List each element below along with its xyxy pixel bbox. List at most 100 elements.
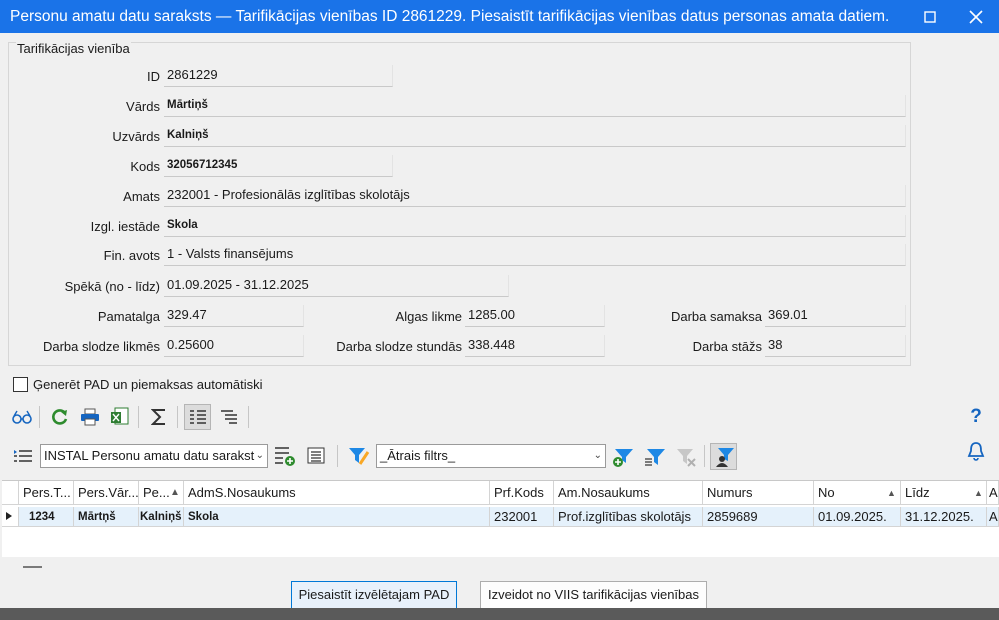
- excel-export-icon[interactable]: [109, 406, 131, 428]
- toolbar-separator: [704, 445, 705, 467]
- iestade-field[interactable]: Skola: [164, 215, 906, 237]
- add-list-icon[interactable]: [274, 445, 296, 467]
- toolbar-separator: [39, 406, 40, 428]
- cell-a: A: [987, 507, 999, 527]
- darba-stazs-field[interactable]: 38: [765, 335, 906, 357]
- column-header-pers-var[interactable]: Pers.Vār...: [74, 481, 139, 505]
- sort-ascending-icon: ▲: [974, 488, 983, 498]
- cell-numurs: 2859689: [703, 507, 814, 527]
- clear-filter-icon[interactable]: [675, 446, 697, 468]
- speka-field[interactable]: 01.09.2025 - 31.12.2025: [164, 275, 509, 297]
- id-label: ID: [147, 69, 160, 84]
- close-icon: [969, 9, 983, 24]
- slodze-likmes-field[interactable]: 0.25600: [164, 335, 304, 357]
- cell-adms-nosaukums: Skola: [184, 507, 490, 527]
- column-header-prf-kods[interactable]: Prf.Kods: [490, 481, 554, 505]
- notification-bell-icon[interactable]: [965, 441, 987, 463]
- cell-no: 01.09.2025.: [814, 507, 901, 527]
- toolbar-separator: [138, 406, 139, 428]
- list-settings-icon[interactable]: [306, 445, 328, 467]
- column-header-numurs[interactable]: Numurs: [703, 481, 814, 505]
- maximize-button[interactable]: [907, 0, 953, 33]
- amats-label: Amats: [123, 189, 160, 204]
- sort-ascending-icon: ▲: [887, 488, 896, 498]
- generate-pad-label: Ģenerēt PAD un piemaksas automātiski: [33, 377, 263, 392]
- list-select[interactable]: INSTAL Personu amatu datu sarakst ⌄: [40, 444, 268, 468]
- print-icon[interactable]: [79, 406, 101, 428]
- title-bar: Personu amatu datu saraksts — Tarifikāci…: [0, 0, 999, 33]
- pamatalga-field[interactable]: 329.47: [164, 305, 304, 327]
- quick-filter-value: _Ātrais filtrs_: [380, 448, 456, 463]
- darba-stazs-label: Darba stāžs: [692, 339, 762, 354]
- toolbar-separator: [248, 406, 249, 428]
- column-header-pe-label: Pe...: [143, 485, 170, 500]
- column-header-pers-t[interactable]: Pers.T...: [19, 481, 74, 505]
- darba-samaksa-label: Darba samaksa: [670, 309, 762, 324]
- attach-pad-button[interactable]: Piesaistīt izvēlētajam PAD: [291, 581, 457, 609]
- uzvards-field[interactable]: Kalniņš: [164, 125, 906, 147]
- row-indicator-icon: [2, 507, 19, 527]
- splitter-handle[interactable]: [23, 566, 42, 568]
- algas-likme-field[interactable]: 1285.00: [465, 305, 605, 327]
- help-icon[interactable]: ?: [965, 406, 987, 428]
- list-selector-icon[interactable]: [12, 445, 34, 467]
- list-select-value: INSTAL Personu amatu datu sarakst: [44, 448, 255, 463]
- fin-avots-label: Fin. avots: [103, 248, 160, 263]
- filter-edit-icon[interactable]: [348, 445, 370, 467]
- group-legend: Tarifikācijas vienība: [16, 41, 131, 56]
- tree-view-icon[interactable]: [218, 406, 240, 428]
- id-field[interactable]: 2861229: [164, 65, 393, 87]
- results-grid: Pers.T... Pers.Vār... Pe... ▲ AdmS.Nosau…: [2, 480, 999, 557]
- user-filter-icon[interactable]: [710, 443, 737, 470]
- column-header-am-nosaukums[interactable]: Am.Nosaukums: [554, 481, 703, 505]
- list-view-icon[interactable]: [184, 404, 211, 430]
- vards-field[interactable]: Mārtiņš: [164, 95, 906, 117]
- cell-prf-kods: 232001: [490, 507, 554, 527]
- slodze-stundas-label: Darba slodze stundās: [336, 339, 462, 354]
- algas-likme-label: Algas likme: [395, 309, 462, 324]
- background-window-strip: [0, 608, 999, 620]
- kods-field[interactable]: 32056712345: [164, 155, 393, 177]
- add-filter-icon[interactable]: [612, 446, 634, 468]
- cell-am-nosaukums: Prof.izglītības skolotājs: [554, 507, 703, 527]
- chevron-down-icon: ⌄: [593, 450, 602, 461]
- sum-icon[interactable]: [148, 406, 170, 428]
- quick-filter-select[interactable]: _Ātrais filtrs_ ⌄: [376, 444, 606, 468]
- cell-pe: Kalniņš: [139, 507, 184, 527]
- fin-avots-field[interactable]: 1 - Valsts finansējums: [164, 244, 906, 266]
- sort-ascending-icon: ▲: [170, 487, 180, 498]
- column-header-lidz[interactable]: Līdz ▲: [901, 481, 987, 505]
- kods-label: Kods: [130, 159, 160, 174]
- slodze-stundas-field[interactable]: 338.448: [465, 335, 605, 357]
- toolbar-separator: [177, 406, 178, 428]
- cell-lidz: 31.12.2025.: [901, 507, 987, 527]
- amats-field[interactable]: 232001 - Profesionālās izglītības skolot…: [164, 185, 906, 207]
- column-header-lidz-label: Līdz: [905, 485, 930, 500]
- view-glasses-icon[interactable]: [11, 406, 33, 428]
- cell-pers-var: Mārtņš: [74, 507, 139, 527]
- create-from-viis-button[interactable]: Izveidot no VIIS tarifikācijas vienības: [480, 581, 707, 609]
- chevron-down-icon: ⌄: [255, 450, 264, 461]
- refresh-icon[interactable]: [49, 406, 71, 428]
- darba-samaksa-field[interactable]: 369.01: [765, 305, 906, 327]
- column-header-no[interactable]: No ▲: [814, 481, 901, 505]
- close-button[interactable]: [953, 0, 999, 33]
- slodze-likmes-label: Darba slodze likmēs: [42, 339, 160, 354]
- uzvards-label: Uzvārds: [112, 129, 160, 144]
- speka-label: Spēkā (no - līdz): [64, 279, 160, 294]
- column-header-adms-nosaukums[interactable]: AdmS.Nosaukums: [184, 481, 490, 505]
- cell-pers-t: 1234: [19, 507, 74, 527]
- dialog-window: Personu amatu datu saraksts — Tarifikāci…: [0, 0, 999, 620]
- generate-pad-checkbox[interactable]: [13, 377, 28, 392]
- maximize-icon: [924, 10, 936, 23]
- iestade-label: Izgl. iestāde: [90, 219, 160, 234]
- pamatalga-label: Pamatalga: [97, 309, 160, 324]
- vards-label: Vārds: [126, 99, 160, 114]
- filter-list-icon[interactable]: [644, 446, 666, 468]
- window-title: Personu amatu datu saraksts — Tarifikāci…: [10, 7, 890, 25]
- column-header-pe[interactable]: Pe... ▲: [139, 481, 184, 505]
- column-header-no-label: No: [818, 485, 835, 500]
- grid-header-corner: [2, 481, 19, 505]
- column-header-a[interactable]: A: [987, 481, 999, 505]
- toolbar-separator: [337, 445, 338, 467]
